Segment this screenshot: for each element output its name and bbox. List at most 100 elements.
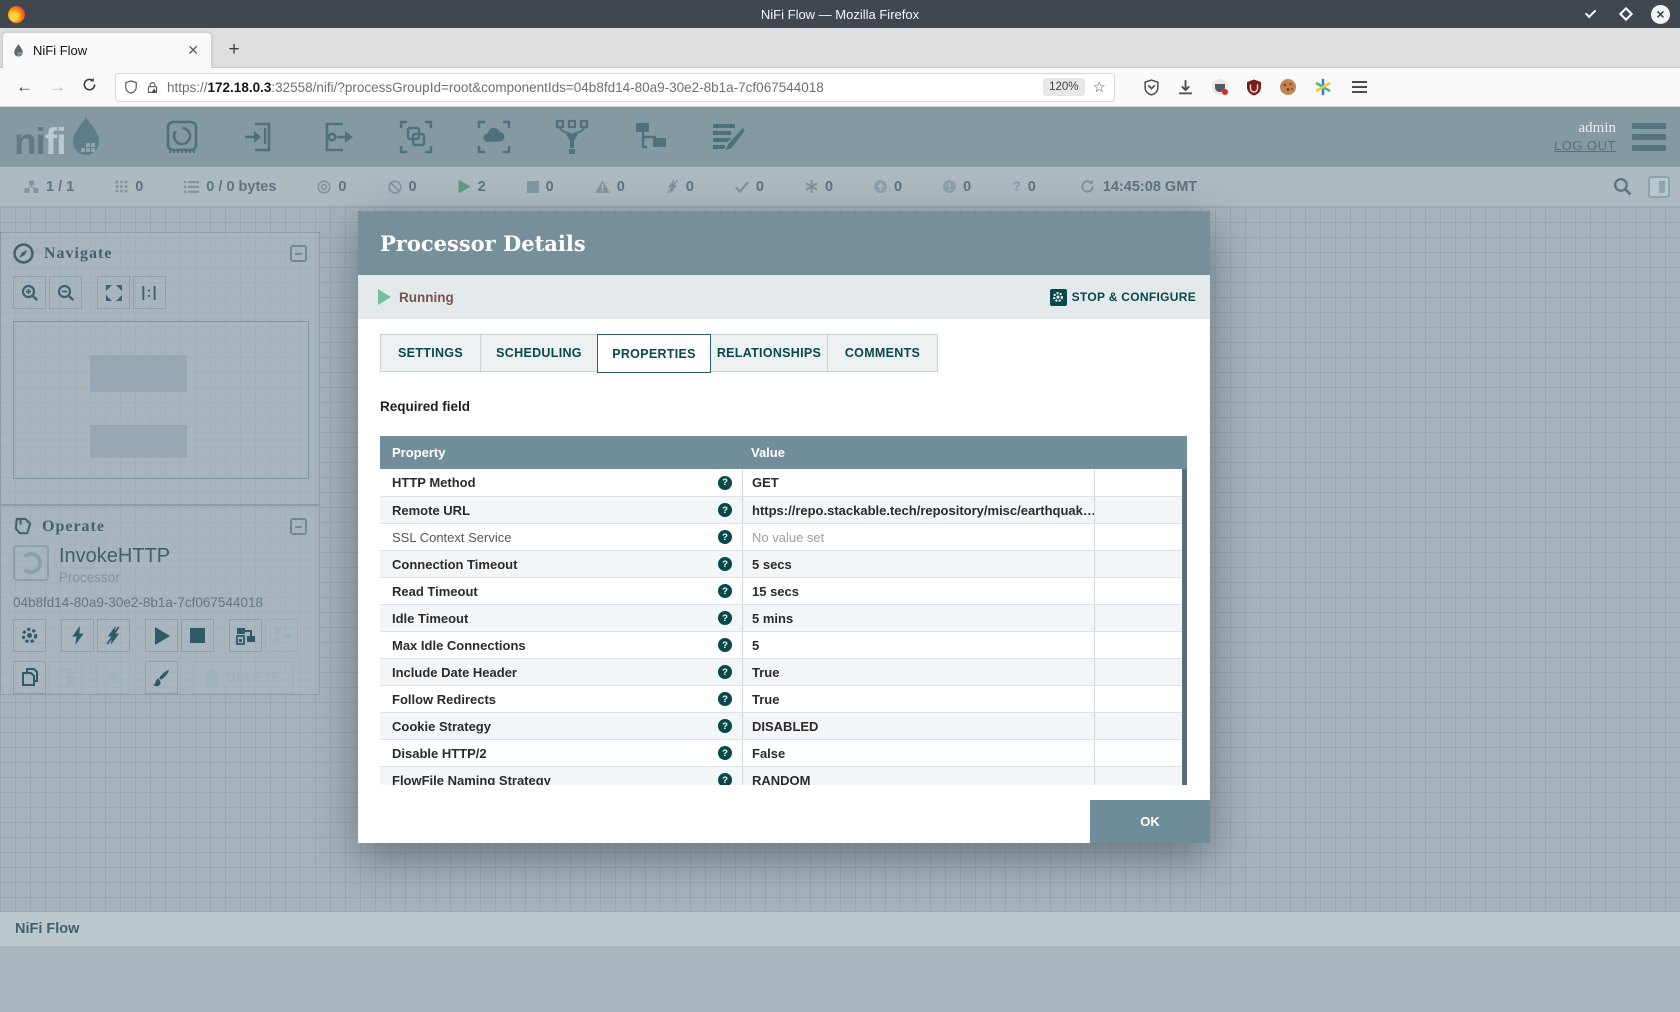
help-icon[interactable]: ? — [718, 530, 732, 544]
cookie-icon[interactable] — [1279, 78, 1297, 96]
process-group-component-icon[interactable] — [395, 116, 437, 158]
help-icon[interactable]: ? — [718, 503, 732, 517]
dialog-tab-relationships[interactable]: RELATIONSHIPS — [710, 334, 828, 372]
collapse-navigate-icon[interactable] — [290, 245, 307, 262]
help-icon[interactable]: ? — [718, 665, 732, 679]
table-row[interactable]: Connection Timeout?5 secs — [380, 550, 1187, 577]
collapse-operate-icon[interactable] — [290, 518, 307, 535]
dialog-header: Processor Details — [358, 211, 1210, 275]
close-icon[interactable]: × — [1651, 5, 1670, 24]
table-row[interactable]: Cookie Strategy?DISABLED — [380, 712, 1187, 739]
property-value[interactable]: 5 mins — [742, 605, 1094, 631]
processor-component-icon[interactable] — [161, 116, 203, 158]
input-port-component-icon[interactable] — [239, 116, 281, 158]
dialog-tab-scheduling[interactable]: SCHEDULING — [480, 334, 598, 372]
dialog-tab-settings[interactable]: SETTINGS — [380, 334, 481, 372]
ok-button[interactable]: OK — [1090, 800, 1210, 843]
help-icon[interactable]: ? — [718, 746, 732, 760]
firefox-menu-icon[interactable] — [1352, 78, 1367, 96]
remote-process-group-component-icon[interactable] — [473, 116, 515, 158]
minimize-icon[interactable] — [1583, 5, 1601, 23]
back-icon[interactable]: ← — [16, 77, 33, 97]
delete-button[interactable]: DELETE — [193, 661, 293, 694]
zoom-fit-icon[interactable] — [97, 276, 130, 309]
tab-close-icon[interactable]: ✕ — [183, 42, 203, 59]
help-icon[interactable]: ? — [718, 719, 732, 733]
table-scrollbar-thumb[interactable] — [1182, 469, 1187, 801]
browser-tab-nifi-flow[interactable]: NiFi Flow ✕ — [2, 32, 212, 68]
logout-link[interactable]: LOG OUT — [1554, 138, 1616, 153]
table-row[interactable]: Read Timeout?15 secs — [380, 577, 1187, 604]
zoom-out-icon[interactable] — [49, 276, 82, 309]
dialog-tab-comments[interactable]: COMMENTS — [827, 334, 938, 372]
configure-gear-icon[interactable] — [13, 619, 46, 652]
property-value[interactable]: GET — [742, 469, 1094, 496]
new-tab-button[interactable]: + — [222, 38, 246, 62]
property-value[interactable]: True — [742, 686, 1094, 712]
help-icon[interactable]: ? — [718, 692, 732, 706]
url-bar[interactable]: https://172.18.0.3:32558/nifi/?processGr… — [115, 73, 1115, 102]
stop-square-icon[interactable] — [181, 619, 214, 652]
page-zoom-badge[interactable]: 120% — [1043, 78, 1084, 96]
upload-template-icon[interactable] — [265, 619, 298, 652]
enable-lightning-icon[interactable] — [61, 619, 94, 652]
template-component-icon[interactable] — [629, 116, 671, 158]
table-row[interactable]: Include Date Header?True — [380, 658, 1187, 685]
funnel-component-icon[interactable] — [551, 116, 593, 158]
cluster-icon — [24, 180, 39, 194]
start-play-icon[interactable] — [145, 619, 178, 652]
group-snippet-icon[interactable] — [97, 661, 130, 694]
pocket-icon[interactable] — [1143, 79, 1160, 96]
disable-lightning-slash-icon[interactable] — [97, 619, 130, 652]
locally-modified-icon — [805, 180, 818, 193]
save-template-icon[interactable] — [229, 619, 262, 652]
current-user-label: admin — [1554, 120, 1616, 137]
table-row[interactable]: Max Idle Connections?5 — [380, 631, 1187, 658]
search-icon[interactable] — [1613, 177, 1632, 196]
extension-mask-icon[interactable] — [1211, 78, 1229, 96]
paste-icon[interactable] — [49, 661, 82, 694]
extension-asterisk-icon[interactable] — [1314, 78, 1332, 96]
property-value[interactable]: True — [742, 659, 1094, 685]
bookmark-star-icon[interactable]: ☆ — [1093, 78, 1106, 96]
help-icon[interactable]: ? — [718, 557, 732, 571]
zoom-in-icon[interactable] — [13, 276, 46, 309]
copy-icon[interactable] — [13, 661, 46, 694]
table-row[interactable]: Follow Redirects?True — [380, 685, 1187, 712]
table-row[interactable]: Idle Timeout?5 mins — [380, 604, 1187, 631]
stop-and-configure-button[interactable]: STOP & CONFIGURE — [1050, 289, 1196, 306]
table-row[interactable]: HTTP Method?GET — [380, 469, 1187, 496]
global-menu-icon[interactable] — [1632, 118, 1666, 156]
flow-canvas[interactable]: Navigate |:| Operate — [0, 207, 1680, 1012]
forward-icon[interactable]: → — [49, 77, 66, 97]
property-value[interactable]: 5 — [742, 632, 1094, 658]
table-row[interactable]: Disable HTTP/2?False — [380, 739, 1187, 766]
birdseye-minimap[interactable] — [13, 321, 309, 479]
table-row[interactable]: Remote URL?https://repo.stackable.tech/r… — [380, 496, 1187, 523]
help-icon[interactable]: ? — [718, 476, 732, 490]
maximize-icon[interactable] — [1617, 5, 1635, 23]
tracking-shield-icon[interactable] — [124, 79, 138, 95]
breadcrumb[interactable]: NiFi Flow — [0, 912, 1680, 937]
label-component-icon[interactable] — [707, 116, 749, 158]
table-row[interactable]: SSL Context Service?No value set — [380, 523, 1187, 550]
help-icon[interactable]: ? — [718, 638, 732, 652]
refresh-icon[interactable] — [1080, 179, 1095, 194]
bulletin-panel-toggle-icon[interactable] — [1648, 176, 1670, 198]
help-icon[interactable]: ? — [718, 611, 732, 625]
reload-icon[interactable] — [82, 77, 97, 97]
property-value[interactable]: No value set — [742, 524, 1094, 550]
help-icon[interactable]: ? — [718, 584, 732, 598]
lock-warning-icon[interactable] — [146, 80, 159, 95]
property-value[interactable]: https://repo.stackable.tech/repository/m… — [742, 497, 1094, 523]
property-value[interactable]: 5 secs — [742, 551, 1094, 577]
dialog-tab-properties[interactable]: PROPERTIES — [597, 334, 711, 373]
ublock-icon[interactable] — [1246, 79, 1262, 96]
property-value[interactable]: False — [742, 740, 1094, 766]
property-value[interactable]: 15 secs — [742, 578, 1094, 604]
change-color-brush-icon[interactable] — [145, 661, 178, 694]
property-value[interactable]: DISABLED — [742, 713, 1094, 739]
output-port-component-icon[interactable] — [317, 116, 359, 158]
zoom-actual-size-icon[interactable]: |:| — [133, 276, 166, 309]
download-icon[interactable] — [1177, 79, 1194, 96]
